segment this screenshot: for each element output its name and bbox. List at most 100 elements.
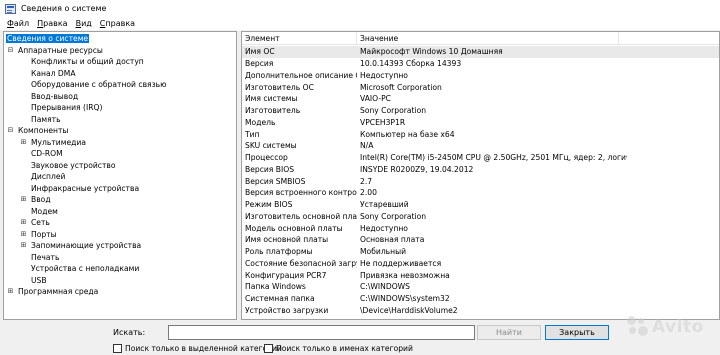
tree-item[interactable]: CD-ROM <box>19 148 64 159</box>
expand-icon[interactable]: ⊞ <box>19 195 28 204</box>
list-row[interactable]: Изготовитель основной платы Sony Corporat… <box>242 211 719 223</box>
cell-value: Sony Corporation <box>360 211 427 221</box>
tree-item[interactable]: Дисплей <box>19 171 66 182</box>
search-panel: Искать: Найти Закрыть Поиск только в выд… <box>0 321 720 355</box>
menu-help[interactable]: Справка <box>96 19 139 28</box>
expand-icon[interactable]: ⊞ <box>19 230 28 239</box>
tree-item[interactable]: ⊟ Аппаратные ресурсы <box>6 45 104 56</box>
list-row[interactable]: Конфигурация PCR7 Привязка невозможна <box>242 269 719 281</box>
tree-item[interactable]: Печать <box>19 252 60 263</box>
tree-item[interactable]: Ввод-вывод <box>19 91 79 102</box>
list-row[interactable]: Изготовитель Sony Corporation <box>242 105 719 117</box>
cell-value: Привязка невозможна <box>360 270 450 280</box>
find-button[interactable]: Найти <box>477 325 541 340</box>
cell-element: Папка Windows <box>245 282 306 292</box>
list-row[interactable]: Модель основной платы Недоступно <box>242 222 719 234</box>
list-row[interactable]: Устройство загрузки \Device\HarddiskVolum… <box>242 305 719 317</box>
list-row[interactable]: Тип Компьютер на базе x64 <box>242 128 719 140</box>
cell-value: Компьютер на базе x64 <box>360 129 455 139</box>
list-row[interactable]: Версия 10.0.14393 Сборка 14393 <box>242 58 719 70</box>
checkbox-box[interactable] <box>264 344 273 353</box>
tree-item[interactable]: Звуковое устройство <box>19 160 117 171</box>
column-header-element[interactable]: Элемент <box>242 32 357 44</box>
list-row[interactable]: Версия BIOS INSYDE R0200Z9, 19.04.2012 <box>242 164 719 176</box>
tree-item[interactable]: Устройства с неполадками <box>19 263 140 274</box>
list-row[interactable]: Системная папка C:\WINDOWS\system32 <box>242 293 719 305</box>
tree-item-label: Канал DMA <box>31 68 76 78</box>
tree-item[interactable]: Сведения о системе <box>6 33 90 44</box>
tree-item[interactable]: ⊞ Порты <box>19 229 58 240</box>
menu-edit[interactable]: Правка <box>33 19 71 28</box>
tree-item[interactable]: Память <box>19 114 62 125</box>
tree-item-label: Порты <box>31 229 57 239</box>
list-row[interactable]: Состояние безопасной загруз...Не поддерж… <box>242 258 719 270</box>
menu-bar: Файл Правка Вид Справка <box>0 17 720 30</box>
tree-item[interactable]: ⊞ Ввод <box>19 194 52 205</box>
menu-file[interactable]: Файл <box>3 19 33 28</box>
checkbox-label: Поиск только в именах категорий <box>276 344 413 353</box>
cell-element: Модель <box>245 117 276 127</box>
tree-item[interactable]: Оборудование с обратной связью <box>19 79 168 90</box>
list-row[interactable]: Модель VPCEH3P1R <box>242 117 719 129</box>
tree-item[interactable]: Прерывания (IRQ) <box>19 102 103 113</box>
cell-element: Изготовитель основной платы <box>245 211 357 221</box>
category-tree[interactable]: Сведения о системе ⊟ Аппаратные ресурсы Кон… <box>3 31 237 320</box>
tree-item[interactable]: ⊟ Компоненты <box>6 125 69 136</box>
search-selected-category-checkbox[interactable]: Поиск только в выделенной категории <box>113 344 282 353</box>
list-row[interactable]: Роль платформы Мобильный <box>242 246 719 258</box>
tree-item[interactable]: ⊞ Запоминающие устройства <box>19 240 142 251</box>
checkbox-box[interactable] <box>113 344 122 353</box>
tree-item-label: USB <box>31 275 47 285</box>
tree-item-label: Ввод-вывод <box>31 91 79 101</box>
cell-value: 2.7 <box>360 176 373 186</box>
cell-value: Майкрософт Windows 10 Домашняя <box>360 47 503 57</box>
tree-item[interactable]: ⊞ Сеть <box>19 217 51 228</box>
list-row[interactable]: Версия встроенного контролл...2.00 <box>242 187 719 199</box>
search-input[interactable] <box>168 325 475 340</box>
list-row[interactable]: Изготовитель ОС Microsoft Corporation <box>242 81 719 93</box>
details-list[interactable]: Элемент Значение Имя ОС Майкрософт Window… <box>241 31 720 320</box>
list-row[interactable]: Имя системы VAIO-PC <box>242 93 719 105</box>
tree-item[interactable]: ⊞ Мультимедиа <box>19 137 87 148</box>
tree-item[interactable]: Модем <box>19 206 59 217</box>
tree-item-label: Прерывания (IRQ) <box>31 103 103 112</box>
tree-item[interactable]: Инфракрасные устройства <box>19 183 140 194</box>
tree-item[interactable]: Конфликты и общий доступ <box>19 56 145 67</box>
close-button[interactable]: Закрыть <box>545 325 609 340</box>
tree-item[interactable]: ⊞ Программная среда <box>6 286 99 297</box>
tree-item-label: Инфракрасные устройства <box>31 183 140 193</box>
cell-element: Изготовитель ОС <box>245 82 314 92</box>
tree-item[interactable]: Канал DMA <box>19 68 77 79</box>
expand-icon[interactable]: ⊞ <box>19 218 28 227</box>
expand-icon[interactable]: ⊞ <box>6 287 15 296</box>
system-info-app-icon <box>5 3 16 14</box>
list-row[interactable]: Дополнительное описание ОС Недоступно <box>242 70 719 82</box>
expand-icon[interactable]: ⊞ <box>19 241 28 250</box>
search-category-names-checkbox[interactable]: Поиск только в именах категорий <box>264 344 413 353</box>
list-row[interactable]: Имя основной платы Основная плата <box>242 234 719 246</box>
list-row[interactable]: Версия SMBIOS 2.7 <box>242 175 719 187</box>
cell-value: Недоступно <box>360 70 408 80</box>
collapse-icon[interactable]: ⊟ <box>6 46 15 55</box>
search-label: Искать: <box>113 328 146 337</box>
expand-icon[interactable]: ⊞ <box>19 138 28 147</box>
menu-view[interactable]: Вид <box>72 19 96 28</box>
list-row[interactable]: SKU системы N/A <box>242 140 719 152</box>
cell-value: Microsoft Corporation <box>360 82 442 92</box>
collapse-icon[interactable]: ⊟ <box>6 126 15 135</box>
list-row[interactable]: Папка Windows C:\WINDOWS <box>242 281 719 293</box>
list-row[interactable]: Имя ОС Майкрософт Windows 10 Домашняя <box>242 46 719 58</box>
tree-item-label: Дисплей <box>31 172 66 181</box>
cell-value: C:\WINDOWS <box>360 282 411 292</box>
list-header: Элемент Значение <box>242 32 719 45</box>
list-row[interactable]: Процессор Intel(R) Core(TM) i5-2450M CPU … <box>242 152 719 164</box>
column-header-value[interactable]: Значение <box>357 32 619 44</box>
list-row[interactable]: Режим BIOS Устаревший <box>242 199 719 211</box>
tree-item[interactable]: USB <box>19 275 48 286</box>
